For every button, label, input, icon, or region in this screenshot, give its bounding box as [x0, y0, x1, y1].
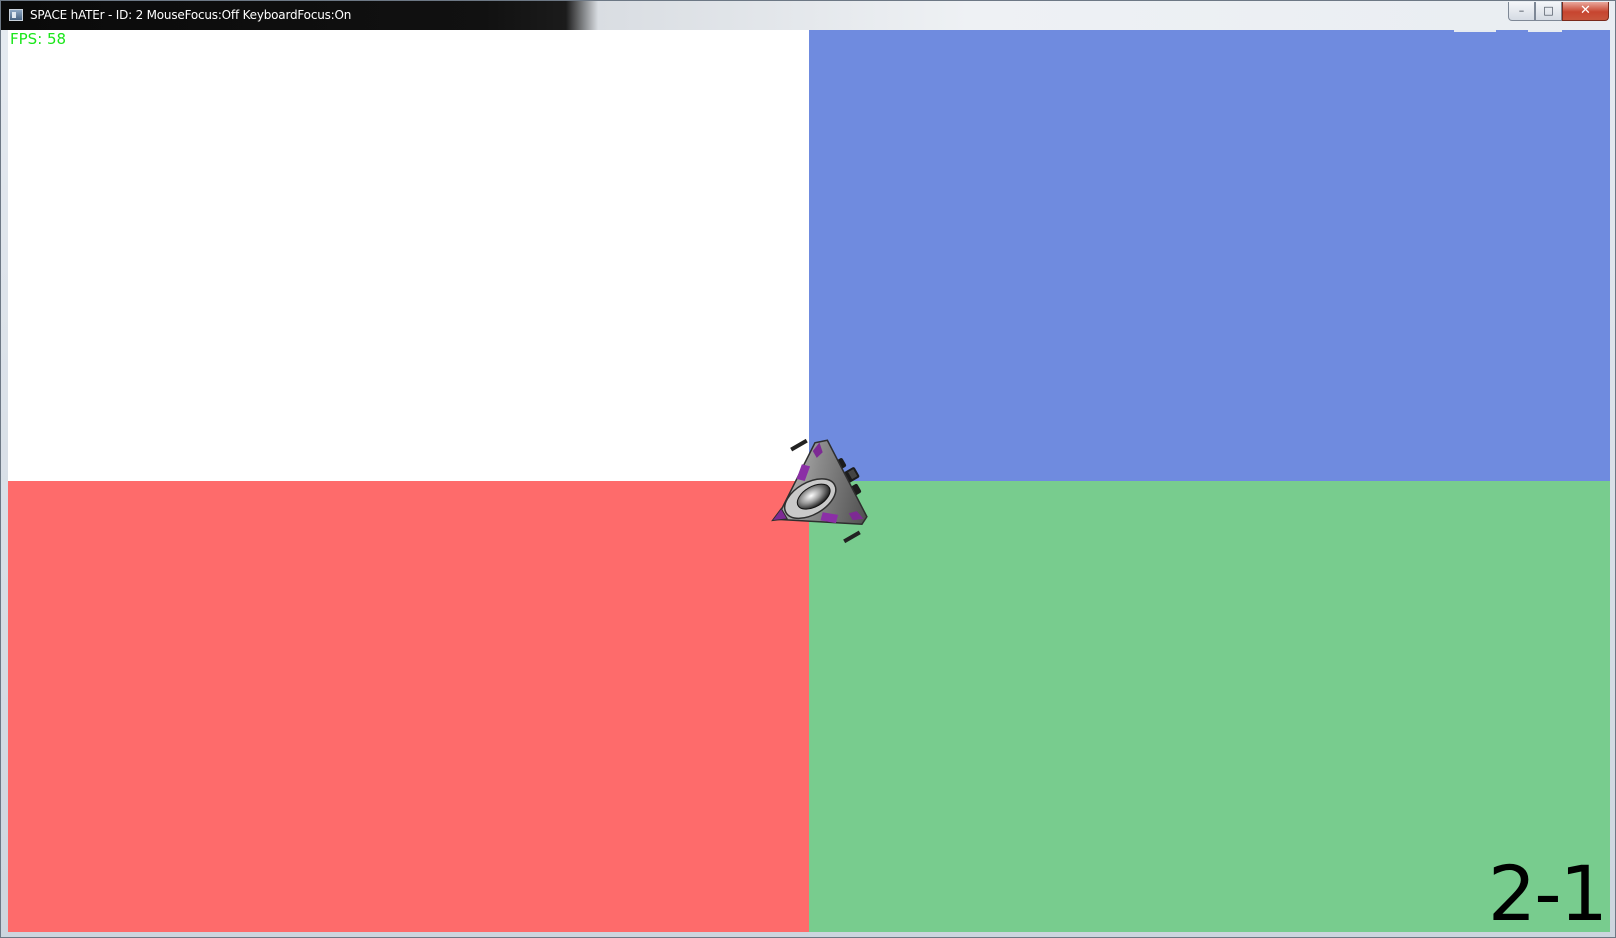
top-edge-mark	[1454, 30, 1496, 32]
close-button[interactable]: ✕	[1562, 2, 1609, 21]
score-display: 2-1	[1487, 849, 1608, 932]
quadrant-top-right	[809, 30, 1610, 481]
top-edge-mark	[1528, 30, 1562, 32]
quadrant-bottom-left	[8, 481, 809, 932]
fps-counter: FPS: 58	[10, 30, 67, 48]
window-title: SPACE hATEr - ID: 2 MouseFocus:Off Keybo…	[30, 8, 352, 22]
game-window: SPACE hATEr - ID: 2 MouseFocus:Off Keybo…	[0, 0, 1616, 938]
maximize-button[interactable]: □	[1535, 2, 1562, 21]
minimize-button[interactable]: –	[1508, 2, 1535, 21]
game-viewport[interactable]: FPS: 58 2-1	[8, 30, 1610, 932]
app-window-icon[interactable]	[9, 9, 23, 21]
spaceship-sprite	[771, 438, 868, 544]
quadrant-top-left	[8, 30, 809, 481]
title-bar[interactable]: SPACE hATEr - ID: 2 MouseFocus:Off Keybo…	[1, 1, 1615, 30]
